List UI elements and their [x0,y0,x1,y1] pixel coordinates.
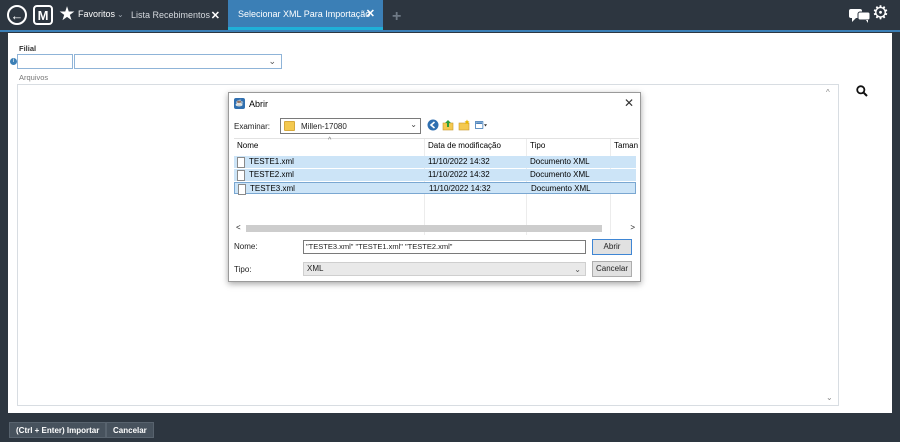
tab-label: Lista Recebimentos [131,10,211,20]
column-header-modified[interactable]: Data de modificação [428,141,501,153]
scroll-up-icon[interactable]: ^ [826,88,830,97]
star-icon[interactable]: ★ [57,4,77,25]
favorites-label: Favoritos [78,9,116,19]
tab-label: Selecionar XML Para Importação [238,8,371,19]
scroll-down-icon[interactable]: ⌄ [826,393,833,402]
column-header-name[interactable]: Nome [237,141,258,153]
column-header-type[interactable]: Tipo [530,141,545,153]
search-icon[interactable] [856,85,868,97]
horizontal-scrollbar[interactable]: < > [234,223,639,234]
file-icon [238,184,246,195]
file-name: TESTE2.xml [249,170,294,179]
chevron-down-icon: ⌄ [268,56,276,66]
new-folder-icon[interactable] [458,119,470,131]
look-in-select[interactable]: Millen-17080 ⌄ [280,118,421,134]
folder-icon [284,121,295,131]
column-header-size[interactable]: Taman [614,141,638,153]
top-bar: ← M ★ Favoritos ⌄ Lista Recebimentos ✕ Se… [0,0,900,30]
dialog-title-bar[interactable]: ☕ Abrir ✕ [229,93,640,115]
chat-icon[interactable] [849,7,871,23]
add-tab-icon[interactable]: + [392,8,401,26]
bottom-bar: (Ctrl + Enter) Importar Cancelar [0,416,900,442]
m-logo-icon[interactable]: M [33,5,53,25]
file-type: Documento XML [530,170,590,179]
back-icon[interactable]: ← [7,5,27,25]
file-row[interactable]: TESTE1.xml 11/10/2022 14:32 Documento XM… [234,156,636,168]
tab-underline [0,30,900,32]
file-modified: 11/10/2022 14:32 [429,184,491,193]
file-row[interactable]: TESTE3.xml 11/10/2022 14:32 Documento XM… [234,182,636,195]
look-in-label: Examinar: [234,122,271,131]
file-type: Documento XML [531,184,591,193]
file-modified: 11/10/2022 14:32 [428,170,490,179]
back-nav-icon[interactable] [427,119,439,131]
file-modified: 11/10/2022 14:32 [428,157,490,166]
filial-code-input[interactable] [17,54,73,69]
tab-lista-recebimentos[interactable]: Lista Recebimentos ✕ [124,0,226,30]
import-button[interactable]: (Ctrl + Enter) Importar [9,422,107,438]
file-name-label: Nome: [234,242,258,251]
arquivos-label: Arquivos [19,73,49,82]
favorites-menu[interactable]: Favoritos ⌄ [78,9,124,19]
dialog-title: Abrir [249,99,269,109]
dialog-cancel-button[interactable]: Cancelar [592,261,632,277]
look-in-value: Millen-17080 [301,122,347,131]
files-scrollbar[interactable]: ^ ⌄ [822,84,839,406]
file-type-label: Tipo: [234,265,252,274]
scroll-right-icon[interactable]: > [630,223,635,232]
filial-select[interactable]: ⌄ [74,54,282,69]
file-icon [237,170,245,181]
scrollbar-thumb[interactable] [246,225,602,232]
filial-label: Filial [19,44,37,53]
file-type-value: XML [307,264,324,273]
chevron-down-icon: ⌄ [410,120,417,129]
info-icon: i [10,58,17,65]
file-type-select[interactable]: XML ⌄ [303,262,586,276]
sort-ascending-icon: ^ [328,137,332,144]
file-type: Documento XML [530,157,590,166]
close-icon[interactable]: ✕ [624,96,634,110]
chevron-down-icon: ⌄ [574,265,581,274]
file-name: TESTE1.xml [249,157,294,166]
view-menu-icon[interactable] [475,119,487,131]
file-list[interactable]: Nome ^ Data de modificação Tipo Taman TE… [234,137,639,235]
open-button[interactable]: Abrir [592,239,632,255]
close-icon[interactable]: ✕ [211,9,220,22]
file-name-input[interactable]: "TESTE3.xml" "TESTE1.xml" "TESTE2.xml" [303,240,586,254]
up-folder-icon[interactable] [442,119,454,131]
file-icon [237,157,245,168]
close-icon[interactable]: ✕ [366,7,375,20]
tab-selecionar-xml[interactable]: Selecionar XML Para Importação ✕ [228,0,383,30]
open-file-dialog: ☕ Abrir ✕ Examinar: Millen-17080 ⌄ Nome … [228,92,641,282]
chevron-down-icon: ⌄ [117,10,124,19]
java-app-icon: ☕ [234,98,245,109]
file-name: TESTE3.xml [250,184,295,193]
scroll-left-icon[interactable]: < [236,223,241,232]
cancel-button[interactable]: Cancelar [106,422,154,438]
file-row[interactable]: TESTE2.xml 11/10/2022 14:32 Documento XM… [234,169,636,181]
gear-icon[interactable]: ⚙ [872,4,890,23]
